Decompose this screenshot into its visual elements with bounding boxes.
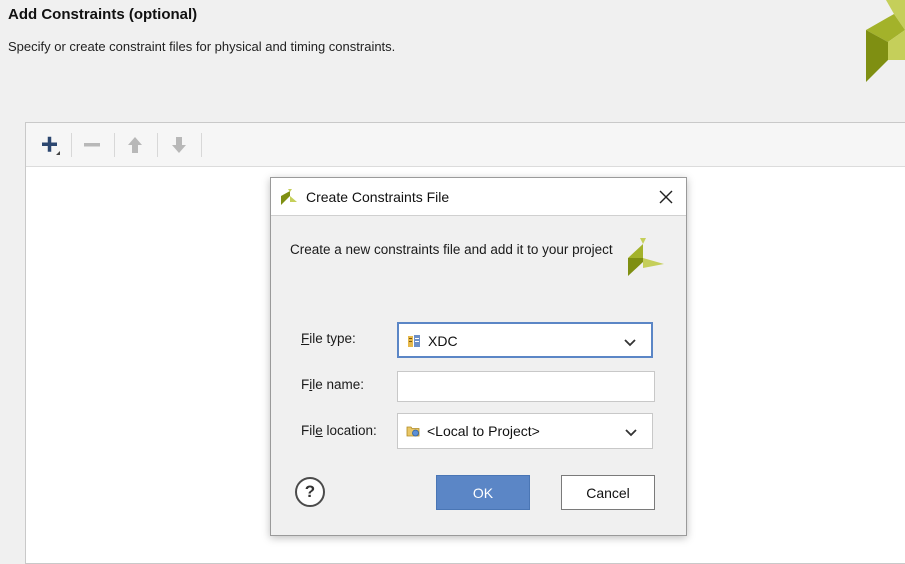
dialog-titlebar: Create Constraints File (271, 178, 686, 216)
folder-icon (406, 426, 420, 437)
chevron-down-icon (625, 429, 637, 437)
arrow-down-icon (172, 137, 186, 153)
plus-icon (42, 136, 60, 155)
vivado-logo-icon (281, 189, 297, 205)
file-type-value: XDC (428, 333, 458, 349)
add-button[interactable] (36, 131, 64, 159)
vivado-logo-icon (866, 0, 905, 82)
file-location-select[interactable]: <Local to Project> (397, 413, 653, 449)
file-location-value: <Local to Project> (427, 423, 540, 439)
constraints-toolbar (26, 123, 905, 167)
chevron-down-icon (624, 339, 636, 347)
file-location-label: File location: (301, 423, 377, 438)
xdc-file-icon (408, 335, 420, 347)
move-up-button[interactable] (121, 131, 149, 159)
close-icon (659, 190, 673, 204)
help-button[interactable]: ? (295, 477, 325, 507)
remove-button[interactable] (78, 131, 106, 159)
vivado-logo-icon (628, 238, 664, 276)
ok-button[interactable]: OK (436, 475, 530, 510)
minus-icon (84, 143, 100, 147)
create-constraints-dialog: Create Constraints File Create a new con… (270, 177, 687, 536)
dialog-title: Create Constraints File (306, 189, 450, 205)
move-down-button[interactable] (165, 131, 193, 159)
file-name-input[interactable] (397, 371, 655, 402)
page-subtitle: Specify or create constraint files for p… (8, 39, 396, 54)
close-button[interactable] (656, 187, 676, 207)
dialog-description: Create a new constraints file and add it… (290, 242, 613, 257)
page-title: Add Constraints (optional) (8, 6, 198, 23)
cancel-button[interactable]: Cancel (561, 475, 655, 510)
file-type-select[interactable]: XDC (397, 322, 653, 358)
arrow-up-icon (128, 137, 142, 153)
file-type-label: File type: (301, 331, 356, 346)
file-name-label: File name: (301, 377, 365, 392)
